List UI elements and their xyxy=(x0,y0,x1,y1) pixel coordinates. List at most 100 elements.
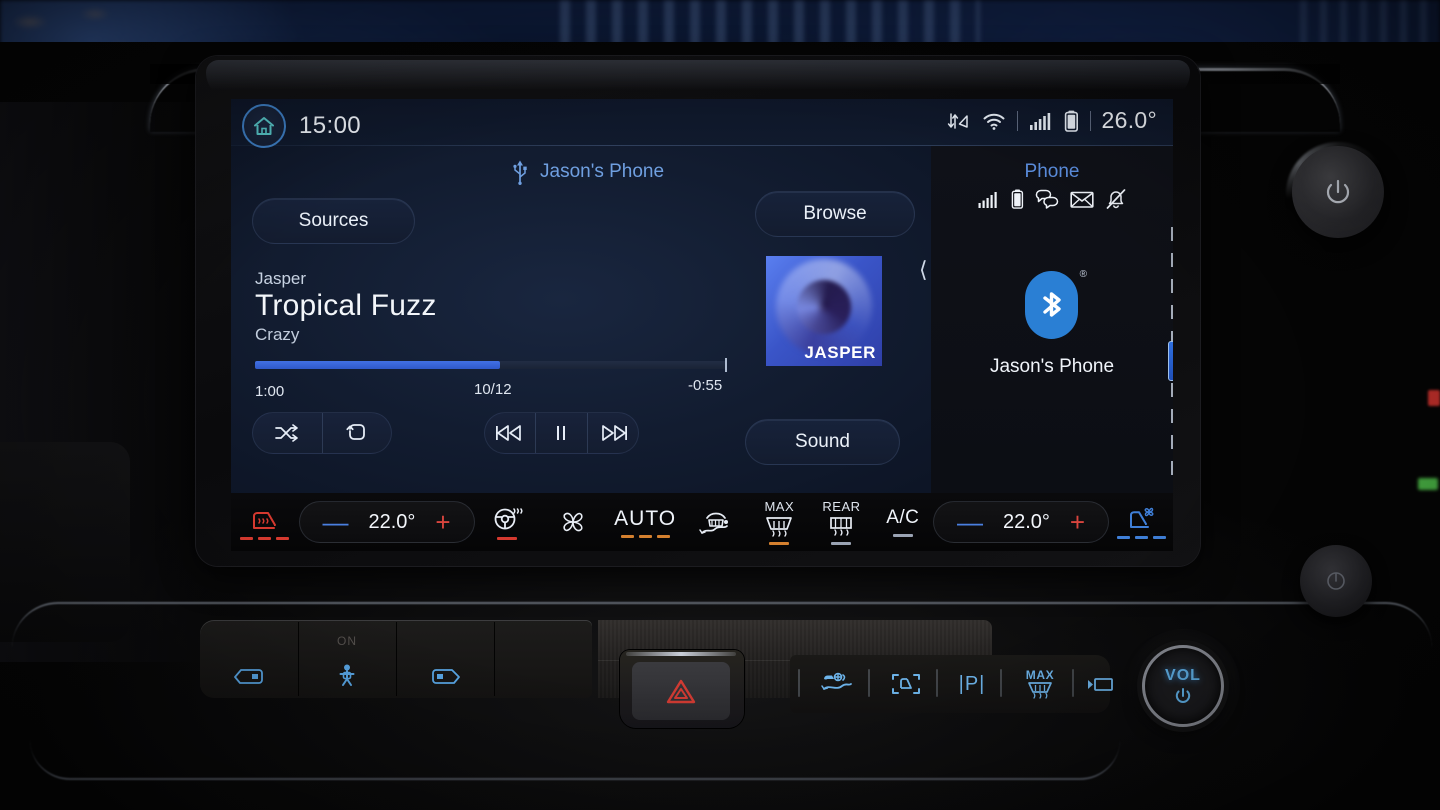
track-album: Crazy xyxy=(255,325,300,344)
ambient-light-green xyxy=(1418,478,1438,490)
active-source-label: Jason's Phone xyxy=(540,161,665,182)
rear-defrost-indicator xyxy=(831,542,852,545)
home-button[interactable] xyxy=(242,104,286,148)
driver-temp-increase-button[interactable]: + xyxy=(435,509,450,535)
track-title: Tropical Fuzz xyxy=(255,289,437,322)
playback-mode-group xyxy=(252,412,392,454)
window-lock-icon xyxy=(234,669,263,684)
play-pause-button[interactable] xyxy=(535,413,586,453)
progress-bar[interactable] xyxy=(255,358,727,372)
max-defrost-console-button[interactable]: MAX xyxy=(1010,655,1070,713)
ac-button[interactable]: A/C xyxy=(873,493,933,551)
left-console-button-panel: ON xyxy=(200,620,992,698)
phone-panel-title: Phone xyxy=(1024,161,1080,182)
repeat-button[interactable] xyxy=(321,413,392,453)
max-defrost-indicator xyxy=(769,542,790,545)
hazard-triangle-icon xyxy=(666,679,696,704)
previous-track-button[interactable] xyxy=(485,413,535,453)
ambient-light-red xyxy=(1428,390,1440,406)
previous-track-icon xyxy=(496,425,522,441)
volume-knob-label: VOL xyxy=(1165,666,1201,684)
bluetooth-icon xyxy=(1043,292,1061,317)
display-off-button[interactable] xyxy=(1080,655,1120,713)
display-power-knob[interactable] xyxy=(1292,146,1384,238)
passenger-ventilated-seat-button[interactable] xyxy=(1109,493,1173,551)
lane-keeping-button[interactable] xyxy=(808,655,866,713)
drive-mode-knob[interactable] xyxy=(1300,545,1372,617)
wifi-icon xyxy=(983,113,1005,130)
ventilated-seat-level xyxy=(1116,535,1166,539)
hazard-chrome-trim xyxy=(626,652,736,656)
fan-speed-button[interactable] xyxy=(540,493,606,551)
home-icon xyxy=(254,117,274,135)
right-console-divider-2 xyxy=(936,669,938,697)
phone-panel[interactable]: Phone ® Jason's Phone xyxy=(931,146,1173,493)
paired-device-name: Jason's Phone xyxy=(989,356,1115,377)
driver-temp-value: 22.0° xyxy=(368,510,416,533)
max-defrost-label: MAX xyxy=(764,499,795,514)
passenger-temp-decrease-button[interactable]: — xyxy=(957,509,983,535)
next-album-chevron-icon[interactable]: ⟨ xyxy=(919,257,928,283)
track-artist: Jasper xyxy=(255,269,307,288)
power-window-button[interactable] xyxy=(396,620,494,698)
battery-icon xyxy=(1064,110,1078,132)
power-icon xyxy=(1326,179,1350,204)
active-source-row[interactable]: Jason's Phone xyxy=(512,159,664,185)
rear-defrost-button[interactable]: REAR xyxy=(810,493,872,551)
messages-icon xyxy=(1035,189,1058,209)
album-art[interactable]: JASPER xyxy=(766,256,882,366)
data-transfer-icon xyxy=(947,112,968,129)
scrollbar-thumb[interactable] xyxy=(1168,341,1173,381)
outside-temperature: 26.0° xyxy=(1101,107,1157,133)
mail-icon xyxy=(1069,191,1094,208)
volume-knob[interactable]: VOL xyxy=(1142,645,1224,727)
progress-fill xyxy=(255,361,501,369)
child-lock-button[interactable]: ON xyxy=(298,620,396,698)
passenger-temp-pill[interactable]: — 22.0° + xyxy=(933,501,1110,543)
usb-icon xyxy=(513,160,527,185)
park-assist-button[interactable]: |P| xyxy=(946,655,998,713)
driver-temperature-control[interactable]: — 22.0° + xyxy=(298,493,475,551)
front-defrost-button[interactable] xyxy=(684,493,748,551)
status-divider-2 xyxy=(1089,110,1091,131)
max-defrost-button[interactable]: MAX xyxy=(748,493,810,551)
clock: 15:00 xyxy=(299,112,362,139)
notifications-muted-icon xyxy=(1106,189,1125,209)
passenger-temp-increase-button[interactable]: + xyxy=(1070,509,1085,535)
rear-defrost-label: REAR xyxy=(822,499,861,514)
browse-button[interactable]: Browse xyxy=(755,191,915,237)
shuffle-icon xyxy=(275,424,299,442)
sound-button[interactable]: Sound xyxy=(745,419,900,465)
right-console-divider-1 xyxy=(868,669,870,697)
heated-steering-wheel-button[interactable] xyxy=(475,493,541,551)
page-scrollbar[interactable] xyxy=(1168,227,1173,482)
passenger-temperature-control[interactable]: — 22.0° + xyxy=(933,493,1110,551)
driver-temp-decrease-button[interactable]: — xyxy=(322,509,348,535)
climate-control-bar: — 22.0° + AUTO MAX REAR A/C — 22.0° + xyxy=(231,493,1173,551)
right-console-divider-4 xyxy=(1072,669,1074,697)
infotainment-screen[interactable]: 15:00 26.0° Jason's Phone Sources Browse… xyxy=(231,99,1173,551)
next-track-icon xyxy=(601,425,627,441)
lane-keeping-icon xyxy=(821,672,852,690)
next-track-button[interactable] xyxy=(586,413,638,453)
driver-temp-pill[interactable]: — 22.0° + xyxy=(298,501,475,543)
rear-window-lock-button[interactable] xyxy=(200,620,298,698)
album-art-label: JASPER xyxy=(804,343,876,362)
repeat-icon xyxy=(346,424,365,440)
surround-camera-button[interactable] xyxy=(878,655,934,713)
right-console-divider-0 xyxy=(798,669,800,697)
phone-status-icons xyxy=(931,189,1173,209)
max-defrost-console-label: MAX xyxy=(1025,668,1055,682)
heated-steering-wheel-indicator xyxy=(497,537,518,540)
right-console-divider-3 xyxy=(1000,669,1002,697)
driver-heated-seat-button[interactable] xyxy=(231,493,299,551)
max-defrost-icon xyxy=(1028,682,1052,699)
pause-icon xyxy=(557,426,566,440)
heated-steering-wheel-icon xyxy=(495,508,523,530)
hazard-lights-button[interactable] xyxy=(632,662,730,720)
bluetooth-trademark: ® xyxy=(1079,269,1087,280)
auto-climate-button[interactable]: AUTO xyxy=(606,493,684,551)
sources-button[interactable]: Sources xyxy=(252,198,415,244)
shuffle-button[interactable] xyxy=(253,413,322,453)
power-window-icon xyxy=(432,669,460,684)
